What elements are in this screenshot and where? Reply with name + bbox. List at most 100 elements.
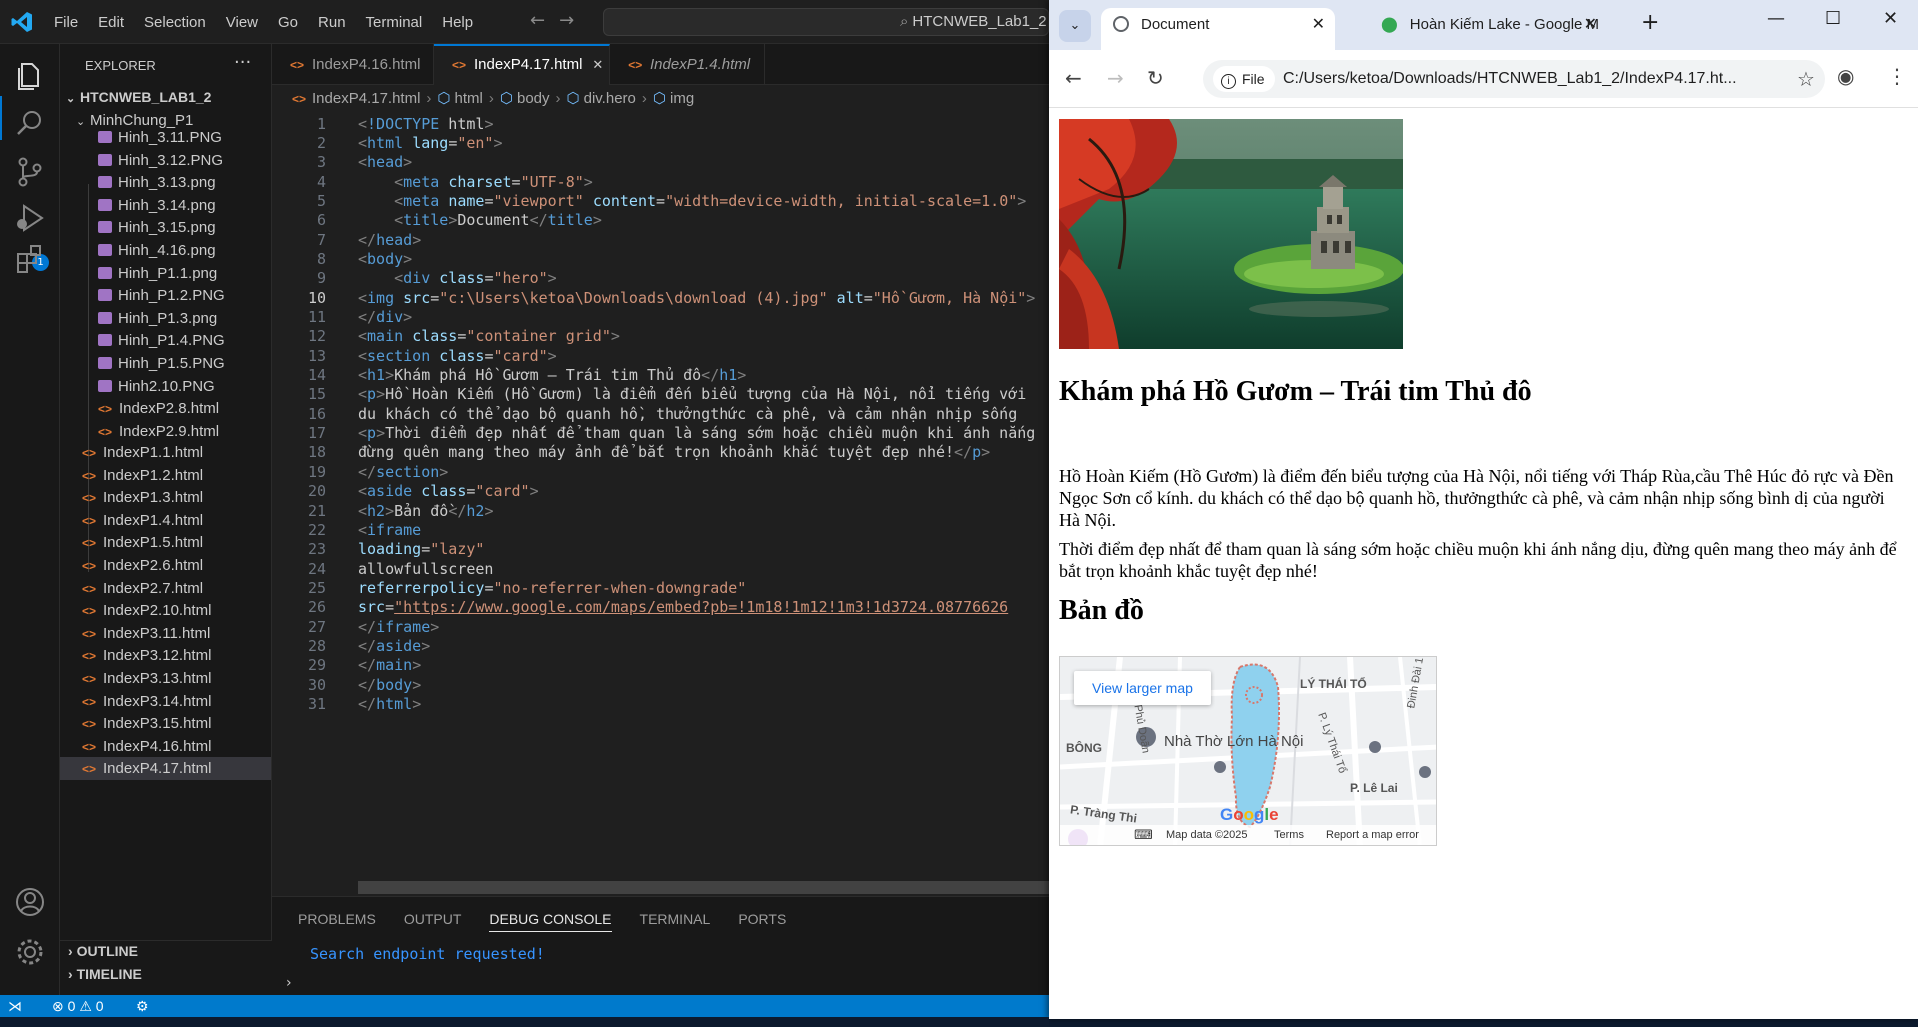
menu-view[interactable]: View xyxy=(216,14,268,31)
timeline-section[interactable]: › TIMELINE xyxy=(68,966,142,982)
close-tab-icon[interactable]: ✕ xyxy=(1312,8,1325,42)
file-label: IndexP2.9.html xyxy=(119,422,220,440)
close-tab-icon[interactable]: ✕ xyxy=(1584,8,1597,42)
breadcrumb-html[interactable]: html xyxy=(455,90,483,107)
explorer-file[interactable]: <> IndexP4.17.html xyxy=(60,757,271,781)
menu-selection[interactable]: Selection xyxy=(134,14,216,31)
menu-go[interactable]: Go xyxy=(268,14,308,31)
explorer-file[interactable]: <> IndexP2.8.html xyxy=(60,397,271,420)
explorer-file[interactable]: <> IndexP1.1.html xyxy=(60,441,271,464)
explorer-file[interactable]: <> IndexP3.12.html xyxy=(60,644,271,667)
explorer-file[interactable]: <> IndexP3.15.html xyxy=(60,712,271,735)
explorer-file[interactable]: Hinh_P1.4.PNG xyxy=(60,329,271,352)
explorer-file[interactable]: <> IndexP2.10.html xyxy=(60,599,271,622)
explorer-file[interactable]: <> IndexP2.6.html xyxy=(60,554,271,577)
tab-indexp1-4[interactable]: <> IndexP1.4.html xyxy=(610,44,765,85)
menu-help[interactable]: Help xyxy=(432,14,483,31)
report-error-link[interactable]: Report a map error xyxy=(1326,825,1419,845)
explorer-file[interactable]: <> IndexP2.7.html xyxy=(60,577,271,600)
panel-tab-ports[interactable]: PORTS xyxy=(738,911,786,927)
manage-gear-icon[interactable] xyxy=(12,934,48,970)
terms-link[interactable]: Terms xyxy=(1274,825,1304,845)
horizontal-scrollbar[interactable] xyxy=(358,881,1049,894)
profile-icon[interactable]: ◉ xyxy=(1837,64,1854,88)
embedded-map[interactable]: LÝ THÁI TỔ BÔNG Nhà Thờ Lớn Hà Nội P. Lê… xyxy=(1059,656,1437,846)
console-prompt-icon[interactable]: › xyxy=(286,975,292,991)
tab-indexp4-17[interactable]: <> IndexP4.17.html ✕ xyxy=(434,44,610,85)
problems-status[interactable]: ⊗ 0 ⚠ 0 xyxy=(52,995,104,1017)
explorer-file[interactable]: <> IndexP1.2.html xyxy=(60,464,271,487)
tab-search-icon[interactable]: ⌄ xyxy=(1059,10,1091,42)
keyboard-icon[interactable]: ⌨ xyxy=(1134,825,1153,845)
explorer-file[interactable]: Hinh_3.11.PNG xyxy=(60,126,271,149)
tab-indexp4-16[interactable]: <> IndexP4.16.html xyxy=(272,44,434,85)
explorer-file[interactable]: <> IndexP2.9.html xyxy=(60,420,271,443)
site-info-chip[interactable]: i File xyxy=(1213,66,1275,92)
back-arrow-icon[interactable]: ← xyxy=(1065,66,1082,90)
breadcrumb-img[interactable]: img xyxy=(670,90,694,107)
debug-status-icon[interactable]: ⚙ xyxy=(136,995,149,1017)
breadcrumb-body[interactable]: body xyxy=(517,90,550,107)
reload-icon[interactable]: ↻ xyxy=(1147,66,1164,90)
panel-tab-problems[interactable]: PROBLEMS xyxy=(298,911,376,927)
command-center[interactable]: ⌕ HTCNWEB_Lab1_2 xyxy=(603,8,1049,36)
explorer-file[interactable]: <> IndexP1.4.html xyxy=(60,509,271,532)
forward-arrow-icon[interactable]: → xyxy=(559,10,574,31)
breadcrumb-file[interactable]: IndexP4.17.html xyxy=(312,90,420,107)
file-label: IndexP2.8.html xyxy=(119,400,220,418)
explorer-file[interactable]: <> IndexP4.16.html xyxy=(60,735,271,758)
explorer-root-folder[interactable]: ⌄ HTCNWEB_LAB1_2 xyxy=(60,86,271,109)
account-icon[interactable] xyxy=(12,884,48,920)
more-actions-icon[interactable]: ··· xyxy=(234,52,251,73)
explorer-file[interactable]: <> IndexP3.11.html xyxy=(60,622,271,645)
source-control-icon[interactable] xyxy=(12,154,48,190)
code-editor[interactable]: 1 <!DOCTYPE html> 2 <html lang="en"> 3 <head>… xyxy=(272,112,1049,883)
url-text[interactable]: C:/Users/ketoa/Downloads/HTCNWEB_Lab1_2/… xyxy=(1283,60,1783,98)
browser-tab-document[interactable]: Document ✕ xyxy=(1101,8,1335,50)
explorer-file[interactable]: Hinh_P1.1.png xyxy=(60,262,271,285)
extensions-icon[interactable] xyxy=(12,240,48,276)
intro-paragraph: Hồ Hoàn Kiếm (Hồ Gươm) là điểm đến biểu … xyxy=(1059,466,1894,530)
view-larger-map-link[interactable]: View larger map xyxy=(1074,671,1211,705)
explorer-icon[interactable] xyxy=(12,58,48,94)
explorer-file[interactable]: <> IndexP3.14.html xyxy=(60,690,271,713)
explorer-file[interactable]: Hinh2.10.PNG xyxy=(60,375,271,398)
menu-terminal[interactable]: Terminal xyxy=(356,14,433,31)
explorer-file[interactable]: Hinh_3.15.png xyxy=(60,216,271,239)
more-menu-icon[interactable]: ⋮ xyxy=(1887,64,1907,88)
explorer-file[interactable]: Hinh_P1.3.png xyxy=(60,307,271,330)
explorer-file[interactable]: <> IndexP1.3.html xyxy=(60,486,271,509)
menu-edit[interactable]: Edit xyxy=(88,14,134,31)
minimize-icon[interactable]: — xyxy=(1767,8,1785,29)
forward-arrow-icon[interactable]: → xyxy=(1107,66,1124,90)
new-tab-plus-icon[interactable]: + xyxy=(1641,10,1659,35)
breadcrumb-div-hero[interactable]: div.hero xyxy=(584,90,636,107)
browser-tab-maps[interactable]: ⬤ Hoàn Kiếm Lake - Google M ✕ xyxy=(1369,8,1607,50)
close-icon[interactable]: ✕ xyxy=(592,57,603,72)
explorer-file[interactable]: Hinh_P1.5.PNG xyxy=(60,352,271,375)
explorer-file[interactable]: Hinh_3.13.png xyxy=(60,171,271,194)
back-arrow-icon[interactable]: ← xyxy=(530,10,545,31)
search-icon[interactable] xyxy=(12,106,48,142)
explorer-file[interactable]: Hinh_3.12.PNG xyxy=(60,149,271,172)
explorer-file[interactable]: <> IndexP3.13.html xyxy=(60,667,271,690)
menu-file[interactable]: File xyxy=(44,14,88,31)
window-close-icon[interactable]: ✕ xyxy=(1883,8,1898,29)
browser-tab-label: Hoàn Kiếm Lake - Google M xyxy=(1409,16,1600,33)
explorer-file[interactable]: Hinh_4.16.png xyxy=(60,239,271,262)
panel-tab-terminal[interactable]: TERMINAL xyxy=(640,911,711,927)
outline-section[interactable]: › OUTLINE xyxy=(68,943,138,959)
panel-tab-output[interactable]: OUTPUT xyxy=(404,911,462,927)
explorer-file[interactable]: <> IndexP1.5.html xyxy=(60,531,271,554)
run-debug-icon[interactable] xyxy=(12,200,48,236)
menu-run[interactable]: Run xyxy=(308,14,356,31)
file-label: Hinh_P1.1.png xyxy=(118,264,218,282)
remote-icon[interactable]: ⋊ xyxy=(8,995,22,1017)
code-line[interactable]: 31 </html> xyxy=(272,692,421,716)
explorer-file[interactable]: Hinh_3.14.png xyxy=(60,194,271,217)
panel-tab-debug-console[interactable]: DEBUG CONSOLE xyxy=(489,911,612,932)
bookmark-star-icon[interactable]: ☆ xyxy=(1797,67,1815,91)
address-bar[interactable]: i File C:/Users/ketoa/Downloads/HTCNWEB_L… xyxy=(1203,60,1825,98)
maximize-icon[interactable]: ☐ xyxy=(1825,8,1841,29)
explorer-file[interactable]: Hinh_P1.2.PNG xyxy=(60,284,271,307)
